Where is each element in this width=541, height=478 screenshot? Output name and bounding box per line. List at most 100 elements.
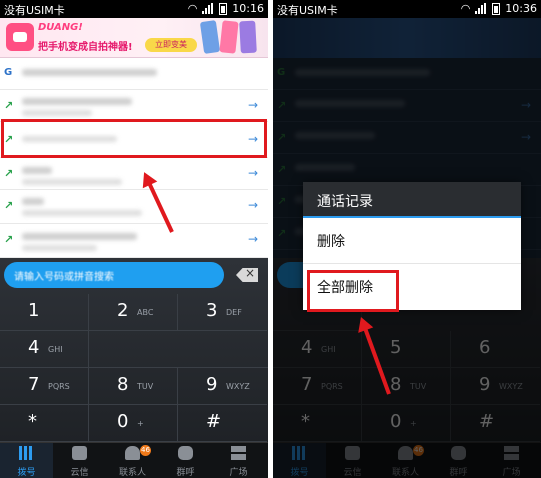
highlight-box	[307, 270, 399, 312]
clock: 10:16	[232, 2, 264, 15]
delete-option[interactable]: 删除	[303, 218, 521, 264]
key-9[interactable]: 9 WXYZ	[178, 368, 267, 405]
dialpad-icon	[19, 446, 34, 460]
contacts-icon	[125, 446, 140, 460]
key-digit: 0	[117, 411, 129, 432]
outgoing-call-icon: ↗	[4, 167, 14, 180]
outgoing-call-icon: ↗	[4, 99, 14, 112]
blurred-contact	[22, 167, 52, 174]
blurred-detail	[22, 110, 92, 116]
blurred-contact	[22, 233, 137, 240]
carrier-label: 没有USIM卡	[4, 4, 65, 17]
tab-label: 群呼	[176, 468, 195, 478]
dial-input-placeholder: 请输入号码或拼音搜索	[14, 272, 114, 283]
key-3[interactable]: 3 DEF	[178, 294, 267, 331]
dial-search-input[interactable]: 请输入号码或拼音搜索	[4, 262, 224, 288]
key-digit: 2	[117, 300, 129, 321]
ad-phone-image	[239, 20, 257, 54]
wifi-icon: ◠	[187, 2, 198, 15]
right-phone-screen: 没有USIM卡 ◠ 10:36 G ↗→ ↗→ ↗ ↗ ↗ 4GHI 5 6 7…	[273, 0, 541, 478]
tab-label: 云信	[70, 468, 89, 478]
key-placeholder	[89, 331, 268, 368]
blurred-contact	[22, 98, 132, 105]
key-8[interactable]: 8 TUV	[89, 368, 178, 405]
battery-icon	[492, 2, 501, 15]
key-letters: PQRS	[48, 382, 70, 391]
tab-label: 广场	[229, 468, 248, 478]
outgoing-call-icon: ↗	[4, 199, 14, 212]
call-log-row[interactable]: ↗ →	[0, 190, 268, 224]
tab-label: 联系人	[118, 468, 146, 478]
ad-phone-image	[199, 20, 221, 54]
key-digit: 3	[206, 300, 218, 321]
carrier-label: 没有USIM卡	[277, 4, 338, 17]
key-1[interactable]: 1	[0, 294, 89, 331]
status-bar: 没有USIM卡 ◠ 10:36	[273, 0, 541, 18]
signal-icon	[202, 3, 214, 14]
notification-badge: 46	[140, 445, 151, 456]
call-log-row[interactable]: ↗ →	[0, 224, 268, 258]
status-bar: 没有USIM卡 ◠ 10:16	[0, 0, 268, 18]
call-detail-arrow-icon[interactable]: →	[248, 98, 258, 112]
ad-banner[interactable]: DUANG! 把手机变成自拍神器! 立即变美	[0, 18, 268, 58]
key-7[interactable]: 7 PQRS	[0, 368, 89, 405]
ad-subtitle: 把手机变成自拍神器!	[38, 42, 133, 53]
highlight-box	[1, 119, 267, 158]
signal-icon	[475, 3, 487, 14]
call-detail-arrow-icon[interactable]: →	[248, 198, 258, 212]
wifi-icon: ◠	[460, 2, 471, 15]
dialog-title: 通话记录	[303, 182, 521, 218]
tab-label: 拨号	[17, 468, 36, 478]
key-star[interactable]: *	[0, 405, 89, 442]
key-letters: GHI	[48, 345, 63, 354]
key-digit: 7	[28, 374, 40, 395]
outgoing-call-icon: ↗	[4, 233, 14, 246]
key-digit: *	[28, 411, 37, 432]
key-letters: +	[137, 419, 144, 428]
blurred-detail	[22, 210, 142, 216]
blurred-contact	[22, 198, 44, 205]
tab-cloud-message[interactable]: 云信	[53, 443, 106, 478]
key-4[interactable]: 4 GHI	[0, 331, 89, 368]
backspace-icon[interactable]	[236, 268, 258, 282]
key-letters: ABC	[137, 308, 154, 317]
key-hash[interactable]: #	[178, 405, 267, 442]
chat-icon	[72, 446, 87, 460]
group-call-icon	[178, 446, 193, 460]
keypad: 1 2 ABC 3 DEF 4 GHI 7 PQRS 8 TUV 9 WXYZ * 0 + #	[0, 294, 268, 442]
key-digit: 9	[206, 374, 218, 395]
tab-dial[interactable]: 拨号	[0, 443, 53, 478]
call-detail-arrow-icon[interactable]: →	[248, 166, 258, 180]
dialer-panel: 请输入号码或拼音搜索 1 2 ABC 3 DEF 4 GHI 7 PQRS 8 TUV 9…	[0, 258, 268, 478]
call-log-row[interactable]: ↗ →	[0, 158, 268, 190]
key-letters: TUV	[137, 382, 154, 391]
call-log-list: G ↗ → ↗ → ↗ → ↗ → ↗ →	[0, 58, 268, 258]
ad-logo-icon	[6, 23, 34, 51]
call-log-row[interactable]: G	[0, 58, 268, 90]
key-digit: 1	[28, 300, 40, 321]
ad-cta-button[interactable]: 立即变美	[145, 38, 197, 52]
key-digit: 8	[117, 374, 129, 395]
call-log-row[interactable]: ↗ →	[0, 90, 268, 122]
group-call-icon: G	[4, 67, 13, 78]
key-digit: 4	[28, 337, 40, 358]
key-digit: #	[206, 411, 222, 432]
left-phone-screen: 没有USIM卡 ◠ 10:16 DUANG! 把手机变成自拍神器! 立即变美 G…	[0, 0, 268, 478]
tab-square[interactable]: 广场	[212, 443, 268, 478]
bottom-tab-bar: 拨号 云信 46 联系人 群呼 广场	[0, 442, 268, 478]
blurred-contact	[22, 69, 157, 76]
key-0[interactable]: 0 +	[89, 405, 178, 442]
tab-contacts[interactable]: 46 联系人	[106, 443, 159, 478]
key-letters: DEF	[226, 308, 242, 317]
call-detail-arrow-icon[interactable]: →	[248, 232, 258, 246]
battery-icon	[219, 2, 228, 15]
ad-phone-image	[219, 20, 239, 54]
blurred-detail	[22, 179, 122, 185]
clock: 10:36	[505, 2, 537, 15]
ad-title: DUANG!	[38, 22, 83, 33]
key-letters: WXYZ	[226, 382, 250, 391]
blurred-detail	[22, 245, 97, 251]
key-2[interactable]: 2 ABC	[89, 294, 178, 331]
tab-group-call[interactable]: 群呼	[159, 443, 212, 478]
square-icon	[231, 446, 246, 460]
